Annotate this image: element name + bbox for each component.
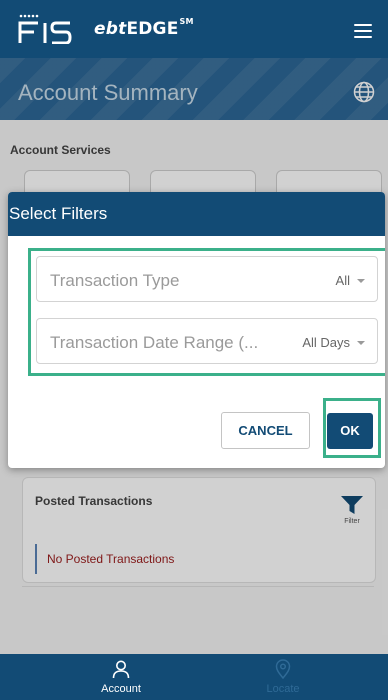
dialog-title: Select Filters bbox=[9, 204, 108, 223]
dialog-header: Select Filters bbox=[8, 192, 385, 236]
filters-highlight-outline bbox=[28, 248, 385, 376]
hamburger-menu-icon[interactable] bbox=[354, 24, 372, 38]
nav-label-locate: Locate bbox=[266, 683, 300, 695]
app-header: ebtEDGESM bbox=[0, 0, 388, 58]
ebt-edge-logo: ebtEDGESM bbox=[18, 14, 194, 44]
brand-name: ebtEDGESM bbox=[94, 17, 194, 39]
brand-prefix: ebt bbox=[94, 19, 127, 39]
bottom-navigation: Account Locate bbox=[0, 654, 388, 700]
select-filters-dialog: Select Filters Transaction Type All Tran… bbox=[8, 192, 385, 468]
fis-logo-icon bbox=[18, 14, 72, 44]
nav-item-locate[interactable]: Locate bbox=[243, 654, 323, 700]
brand-suffix: EDGE bbox=[126, 19, 179, 39]
cancel-button[interactable]: CANCEL bbox=[221, 412, 310, 449]
service-mark: SM bbox=[179, 17, 194, 26]
nav-item-account[interactable]: Account bbox=[81, 654, 161, 700]
nav-label-account: Account bbox=[101, 683, 141, 695]
user-icon bbox=[112, 660, 130, 679]
ok-button[interactable]: OK bbox=[327, 413, 373, 449]
location-pin-icon bbox=[275, 659, 291, 679]
